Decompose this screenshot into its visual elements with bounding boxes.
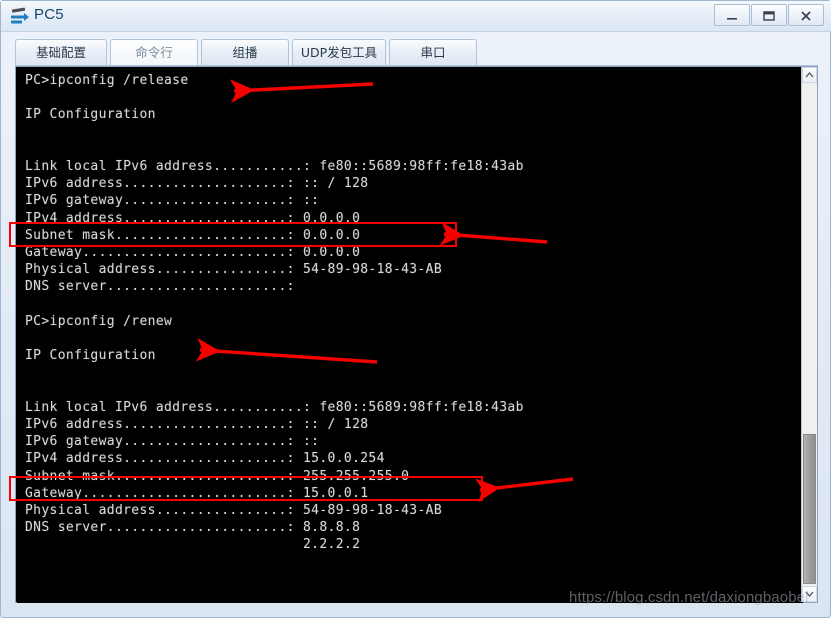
tab-multicast[interactable]: 组播 xyxy=(201,39,289,66)
pc5-window: PC5 基础配置 命令行 组播 UDP发包工具 串口 PC>ipconfig /… xyxy=(0,0,831,618)
scrollbar-thumb[interactable] xyxy=(803,434,816,584)
tab-serial-port[interactable]: 串口 xyxy=(389,39,477,66)
pc-device-icon xyxy=(9,6,31,26)
terminal-panel[interactable]: PC>ipconfig /release IP Configuration Li… xyxy=(15,66,818,603)
maximize-button[interactable] xyxy=(751,4,787,26)
terminal-scrollbar[interactable] xyxy=(801,67,817,602)
window-titlebar[interactable]: PC5 xyxy=(1,1,831,32)
watermark-text: https://blog.csdn.net/daxiongbaobei xyxy=(569,589,809,606)
window-title: PC5 xyxy=(34,6,64,23)
tab-udp-sender[interactable]: UDP发包工具 xyxy=(292,39,386,66)
scroll-up-arrow-icon[interactable] xyxy=(802,67,817,83)
minimize-button[interactable] xyxy=(714,4,750,26)
terminal-text: PC>ipconfig /release IP Configuration Li… xyxy=(25,73,524,553)
terminal-output-area[interactable]: PC>ipconfig /release IP Configuration Li… xyxy=(17,68,803,603)
close-button[interactable] xyxy=(788,4,824,26)
tab-bar[interactable]: 基础配置 命令行 组播 UDP发包工具 串口 xyxy=(15,39,818,66)
tab-basic-config[interactable]: 基础配置 xyxy=(15,39,107,66)
tab-command-line[interactable]: 命令行 xyxy=(110,39,198,66)
